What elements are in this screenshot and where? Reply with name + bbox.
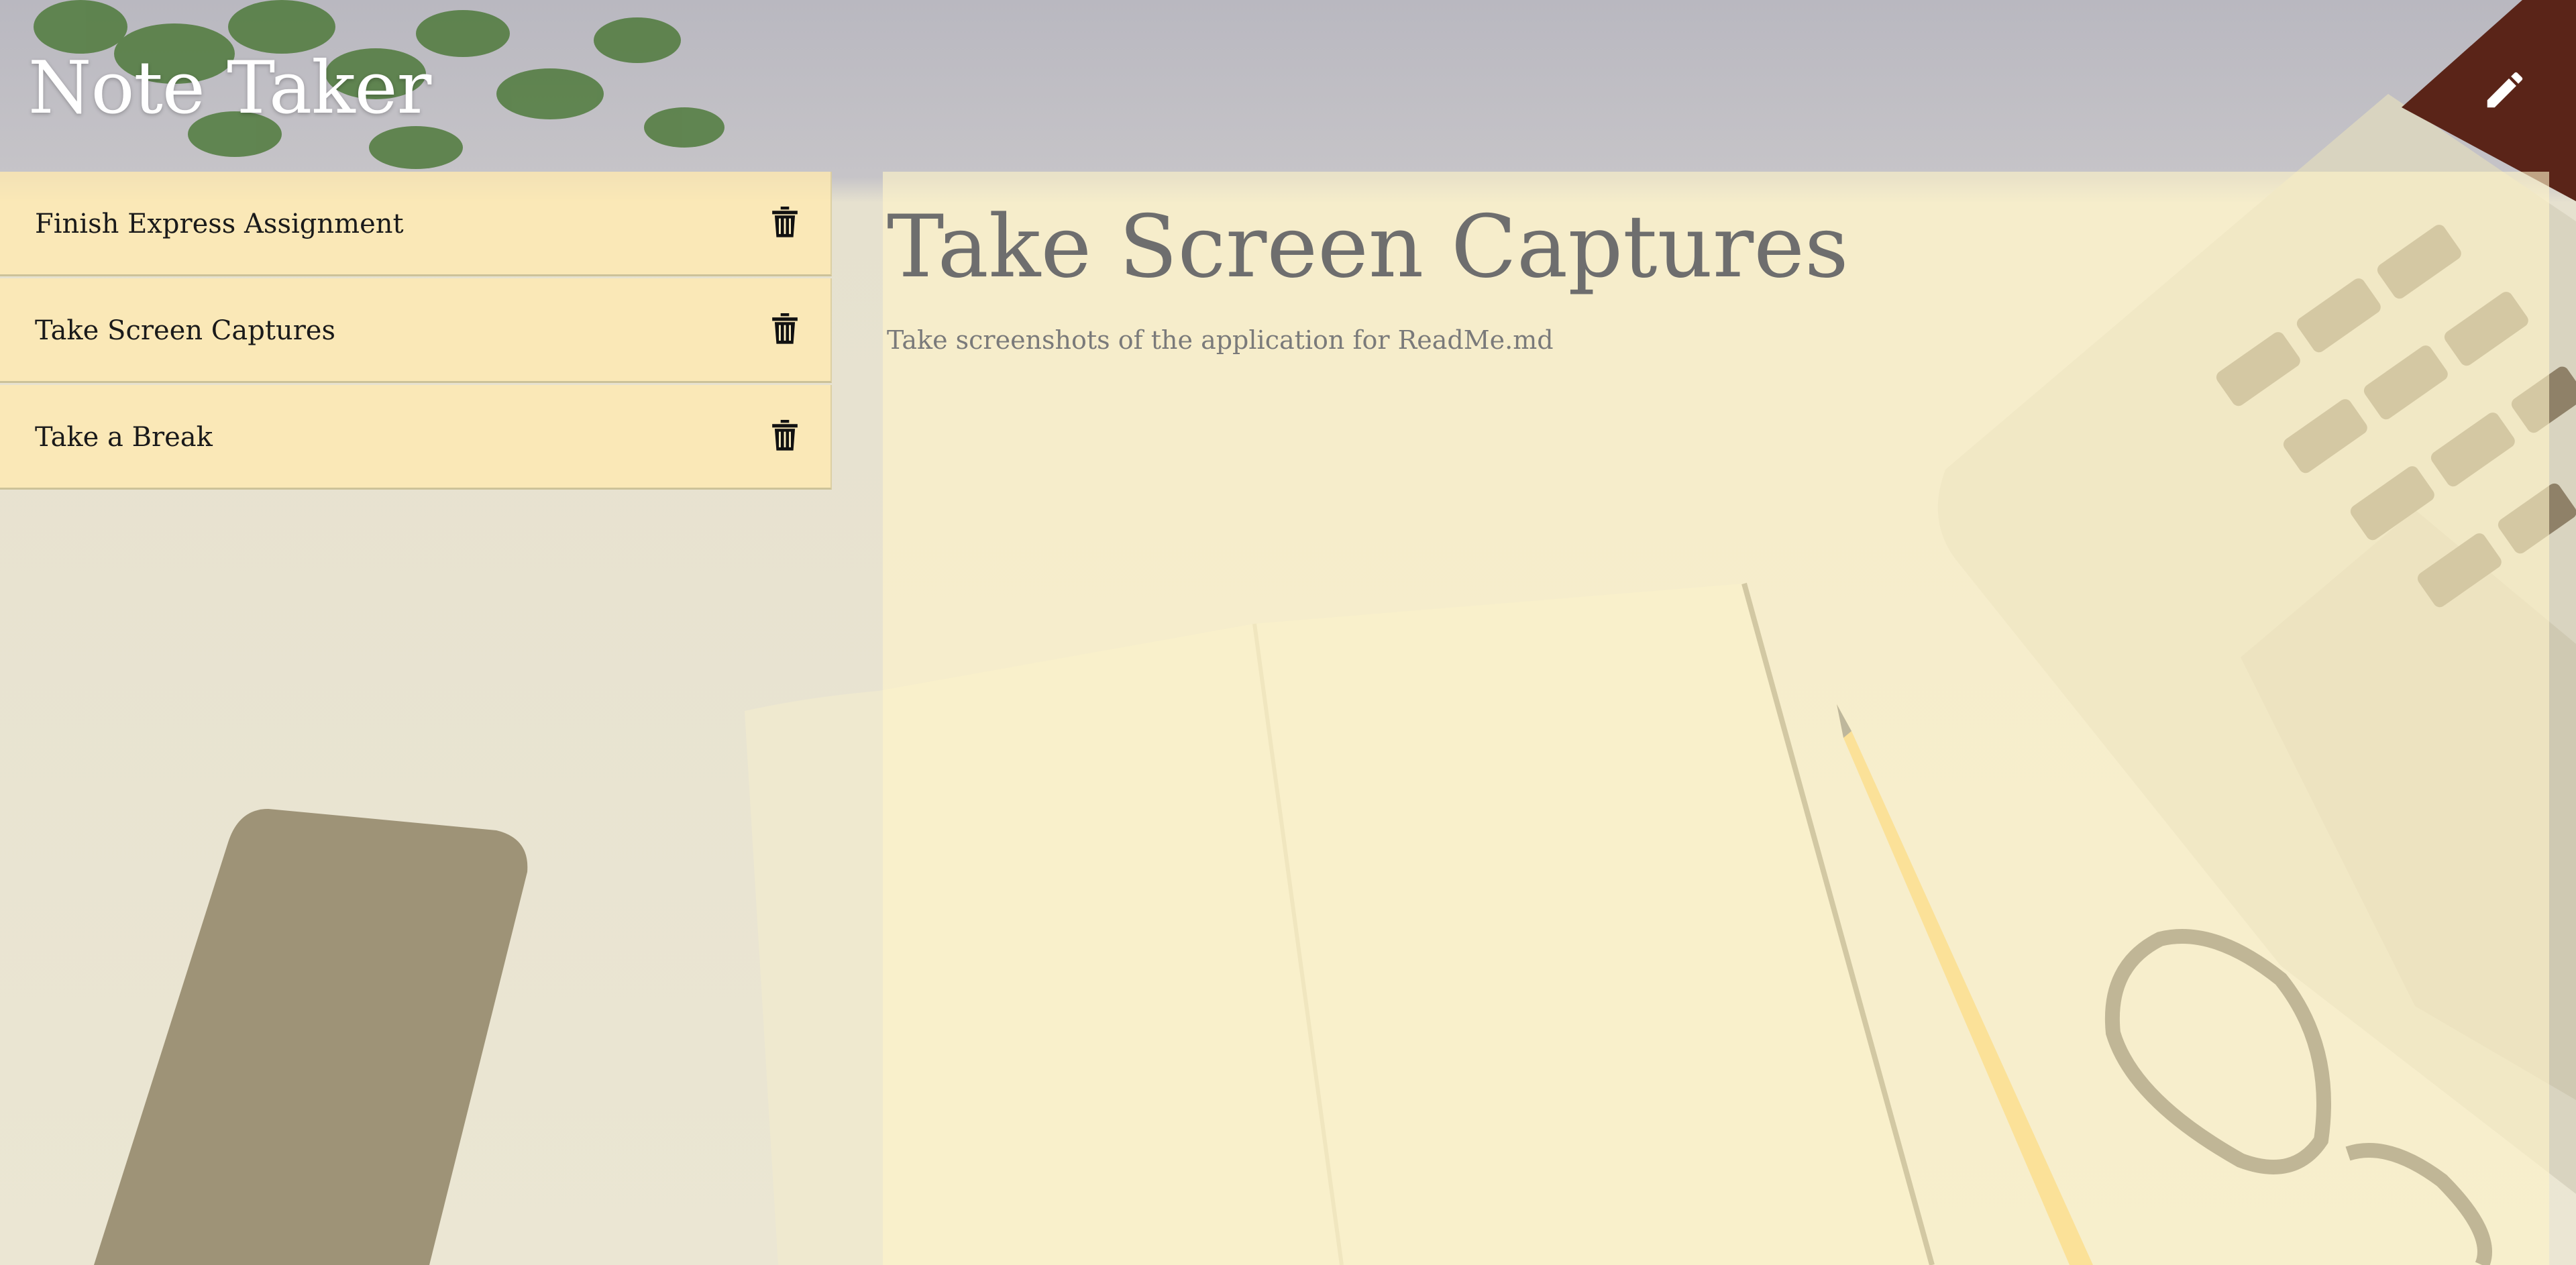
note-list: Finish Express Assignment Take Screen Ca…: [0, 172, 832, 490]
list-item[interactable]: Finish Express Assignment: [0, 172, 832, 276]
note-text-area[interactable]: Take screenshots of the application for …: [887, 321, 2497, 1125]
note-title-input[interactable]: [887, 190, 2497, 305]
trash-icon[interactable]: [770, 311, 800, 345]
navbar: Note Taker: [0, 0, 2576, 172]
note-editor: Take screenshots of the application for …: [883, 172, 2549, 1265]
list-item[interactable]: Take a Break: [0, 385, 832, 490]
trash-icon[interactable]: [770, 417, 800, 452]
note-list-sidebar: Finish Express Assignment Take Screen Ca…: [0, 172, 832, 1265]
pencil-icon: [2487, 72, 2523, 108]
trash-icon[interactable]: [770, 204, 800, 239]
app-title[interactable]: Note Taker: [28, 42, 431, 135]
list-item[interactable]: Take Screen Captures: [0, 278, 832, 383]
note-list-title: Finish Express Assignment: [35, 209, 404, 239]
note-list-title: Take Screen Captures: [35, 315, 336, 346]
note-list-title: Take a Break: [35, 422, 213, 453]
new-note-button[interactable]: [2473, 58, 2537, 122]
